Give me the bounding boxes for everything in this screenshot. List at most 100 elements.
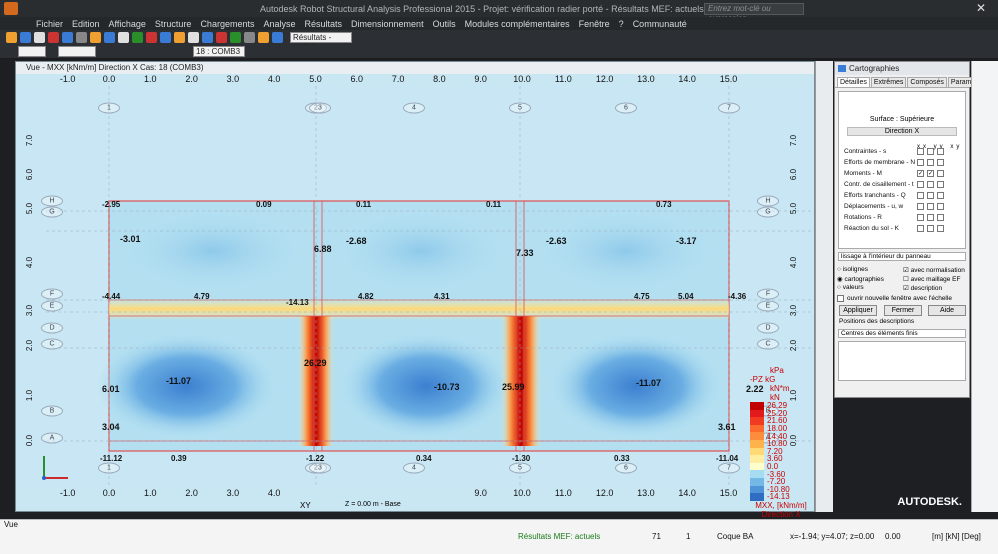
z-level-field[interactable]: Z = 0.00 m - Base bbox=[345, 501, 401, 508]
menu-item-5[interactable]: Analyse bbox=[263, 19, 295, 29]
selection-combo[interactable] bbox=[18, 46, 46, 57]
grid-axis-marker[interactable]: B bbox=[41, 405, 63, 417]
menu-item-0[interactable]: Fichier bbox=[36, 19, 63, 29]
toolbar-icon[interactable] bbox=[132, 32, 143, 43]
tab-0[interactable]: Détailles bbox=[837, 77, 870, 87]
option-checkbox[interactable] bbox=[937, 170, 944, 177]
option-checkbox[interactable] bbox=[927, 159, 934, 166]
tab-2[interactable]: Composés bbox=[907, 77, 947, 87]
toolbar-icon[interactable] bbox=[48, 32, 59, 43]
toolbar-icon[interactable] bbox=[174, 32, 185, 43]
app-logo-icon[interactable] bbox=[4, 2, 18, 15]
option-row[interactable]: Rotations - R bbox=[841, 212, 963, 223]
desc-list[interactable] bbox=[838, 341, 966, 381]
close-button[interactable]: Fermer bbox=[884, 305, 922, 316]
toolbar-icon[interactable] bbox=[146, 32, 157, 43]
option-checkbox[interactable] bbox=[937, 192, 944, 199]
menu-item-1[interactable]: Edition bbox=[72, 19, 100, 29]
option-checkbox[interactable] bbox=[927, 203, 934, 210]
toolbar-icon[interactable] bbox=[202, 32, 213, 43]
menu-item-6[interactable]: Résultats bbox=[305, 19, 343, 29]
option-checkbox[interactable] bbox=[937, 203, 944, 210]
display-checkbox[interactable]: ☐ avec maillage EF bbox=[903, 275, 961, 283]
option-row[interactable]: Efforts tranchants - Q bbox=[841, 190, 963, 201]
grid-axis-marker[interactable]: H bbox=[41, 195, 63, 207]
direction-button[interactable]: Direction X bbox=[847, 127, 957, 136]
menu-item-7[interactable]: Dimensionnement bbox=[351, 19, 424, 29]
case-combo[interactable]: 18 : COMB3 bbox=[193, 46, 245, 57]
toolbar-icon[interactable] bbox=[90, 32, 101, 43]
toolbar-icon[interactable] bbox=[62, 32, 73, 43]
menu-item-2[interactable]: Affichage bbox=[109, 19, 146, 29]
toolbar-icon[interactable] bbox=[230, 32, 241, 43]
right-toolbar[interactable] bbox=[971, 61, 998, 512]
option-row[interactable]: Efforts de membrane - N bbox=[841, 157, 963, 168]
option-checkbox[interactable] bbox=[917, 225, 924, 232]
grid-axis-marker[interactable]: 6 bbox=[615, 462, 637, 474]
toolbar-icon[interactable] bbox=[76, 32, 87, 43]
vertical-toolbar[interactable] bbox=[815, 61, 833, 512]
results-combo[interactable]: Résultats - cartog. bbox=[290, 32, 352, 51]
option-checkbox[interactable] bbox=[937, 181, 944, 188]
option-checkbox[interactable] bbox=[937, 214, 944, 221]
grid-axis-marker[interactable]: 7 bbox=[718, 102, 740, 114]
option-checkbox[interactable] bbox=[927, 225, 934, 232]
grid-axis-marker[interactable]: 1 bbox=[98, 102, 120, 114]
option-row[interactable]: Déplacements - u, w bbox=[841, 201, 963, 212]
display-checkbox[interactable]: ☑ avec normalisation bbox=[903, 266, 965, 274]
display-radio[interactable]: ○ isolignes bbox=[837, 266, 868, 273]
toolbar-icon[interactable] bbox=[34, 32, 45, 43]
option-checkbox[interactable] bbox=[917, 159, 924, 166]
toolbar-icon[interactable] bbox=[244, 32, 255, 43]
grid-axis-marker[interactable]: 5 bbox=[509, 462, 531, 474]
grid-axis-marker[interactable]: E bbox=[41, 300, 63, 312]
new-window-checkbox[interactable]: ouvrir nouvelle fenêtre avec l'échelle bbox=[835, 294, 969, 303]
grid-axis-marker[interactable]: 6 bbox=[615, 102, 637, 114]
option-checkbox[interactable] bbox=[927, 214, 934, 221]
toolbar-icon[interactable] bbox=[160, 32, 171, 43]
grid-axis-marker[interactable]: F bbox=[41, 288, 63, 300]
search-input[interactable]: Entrez mot-clé ou expression bbox=[704, 2, 804, 23]
grid-axis-marker[interactable]: 4 bbox=[403, 462, 425, 474]
grid-axis-marker[interactable]: 7 bbox=[718, 462, 740, 474]
menu-item-3[interactable]: Structure bbox=[155, 19, 192, 29]
option-checkbox[interactable]: ✓ bbox=[917, 170, 924, 177]
help-button[interactable]: Aide bbox=[928, 305, 966, 316]
menu-item-12[interactable]: Communauté bbox=[633, 19, 687, 29]
display-radio[interactable]: ○ valeurs bbox=[837, 284, 864, 291]
option-checkbox[interactable] bbox=[917, 192, 924, 199]
grid-axis-marker[interactable]: 3 bbox=[309, 462, 331, 474]
option-row[interactable]: Moments - M ✓ ✓ bbox=[841, 168, 963, 179]
grid-axis-marker[interactable]: G bbox=[41, 206, 63, 218]
grid-axis-marker[interactable]: C bbox=[41, 338, 63, 350]
display-checkbox[interactable]: ☑ description bbox=[903, 284, 942, 292]
grid-axis-marker[interactable]: C bbox=[757, 338, 779, 350]
view-window[interactable]: Vue - MXX [kNm/m] Direction X Cas: 18 (C… bbox=[15, 61, 815, 537]
option-checkbox[interactable] bbox=[927, 192, 934, 199]
grid-axis-marker[interactable]: A bbox=[41, 432, 63, 444]
menu-item-10[interactable]: Fenêtre bbox=[579, 19, 610, 29]
toolbar-icon[interactable] bbox=[118, 32, 129, 43]
grid-axis-marker[interactable]: D bbox=[757, 322, 779, 334]
option-checkbox[interactable] bbox=[917, 203, 924, 210]
view-tabs[interactable]: XY Z = 0.00 m - Base bbox=[15, 501, 401, 513]
option-checkbox[interactable] bbox=[937, 225, 944, 232]
grid-axis-marker[interactable]: H bbox=[757, 195, 779, 207]
grid-axis-marker[interactable]: E bbox=[757, 300, 779, 312]
option-checkbox[interactable] bbox=[917, 214, 924, 221]
cartographies-panel[interactable]: Cartographies Détailles Extrêmes Composés P… bbox=[834, 61, 991, 398]
option-checkbox[interactable] bbox=[917, 148, 924, 155]
toolbar-icon[interactable] bbox=[188, 32, 199, 43]
option-row[interactable]: Réaction du sol - K bbox=[841, 223, 963, 234]
grid-axis-marker[interactable]: 3 bbox=[309, 102, 331, 114]
option-row[interactable]: Contr. de cisaillement - t bbox=[841, 179, 963, 190]
grid-axis-marker[interactable]: 5 bbox=[509, 102, 531, 114]
grid-axis-marker[interactable]: F bbox=[757, 288, 779, 300]
grid-axis-marker[interactable]: 4 bbox=[403, 102, 425, 114]
apply-button[interactable]: Appliquer bbox=[839, 305, 877, 316]
tab-1[interactable]: Extrêmes bbox=[870, 77, 907, 87]
close-icon[interactable]: ✕ bbox=[976, 1, 986, 15]
option-row[interactable]: Contraintes - s bbox=[841, 146, 963, 157]
toolbar-icon[interactable] bbox=[104, 32, 115, 43]
smoothing-select[interactable]: lissage à l'intérieur du panneau bbox=[838, 252, 966, 261]
